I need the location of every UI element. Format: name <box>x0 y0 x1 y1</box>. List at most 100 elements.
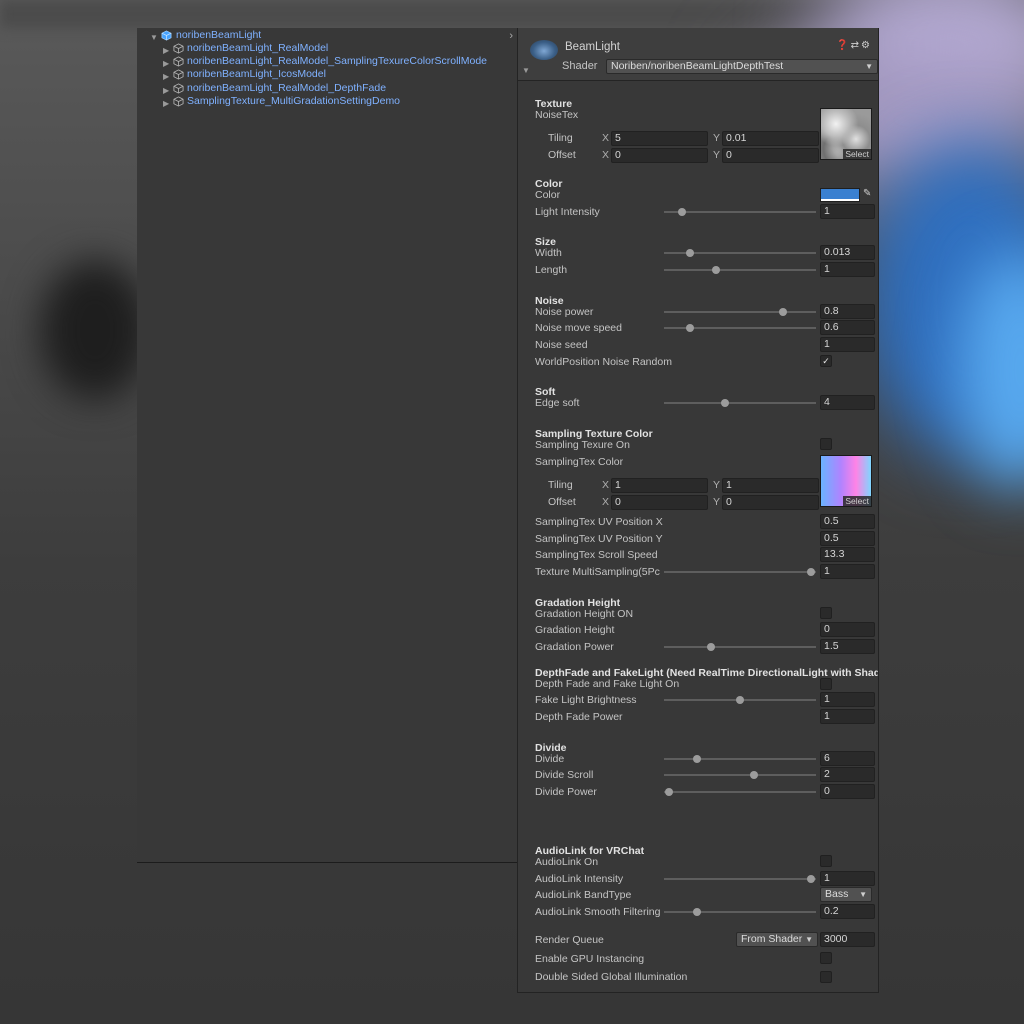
tiling-label: Tiling <box>548 132 573 144</box>
slider-knob[interactable] <box>749 771 758 779</box>
audiolink-on-checkbox[interactable] <box>820 855 832 867</box>
gradation-power-field[interactable]: 1.5 <box>820 639 875 654</box>
length-label: Length <box>535 264 568 276</box>
worldpos-noise-checkbox[interactable]: ✓ <box>820 355 832 367</box>
slider-knob[interactable] <box>678 208 687 216</box>
select-texture-button[interactable]: Select <box>843 149 871 159</box>
divide-scroll-slider[interactable] <box>664 771 816 779</box>
sampling-tiling-y[interactable]: 1 <box>722 478 819 493</box>
gradation-on-checkbox[interactable] <box>820 607 832 619</box>
noise-speed-slider[interactable] <box>664 324 816 332</box>
width-field[interactable]: 0.013 <box>820 245 875 260</box>
length-field[interactable]: 1 <box>820 262 875 277</box>
hierarchy-panel: › ▼ noribenBeamLight ▶ noribenBeamLight_… <box>137 28 517 863</box>
gpu-instancing-checkbox[interactable] <box>820 952 832 964</box>
gradation-power-slider[interactable] <box>664 643 816 651</box>
help-icon[interactable]: ❓ <box>836 40 850 51</box>
noise-texture-slot[interactable]: Select <box>820 108 872 160</box>
chevron-right-icon[interactable]: › <box>509 30 513 42</box>
multisampling-slider[interactable] <box>664 568 816 576</box>
expand-down-icon[interactable]: ▼ <box>150 31 158 44</box>
samplingtex-color-label: SamplingTex Color <box>535 456 624 468</box>
slider-knob[interactable] <box>736 696 744 704</box>
edge-soft-field[interactable]: 4 <box>820 395 875 410</box>
audiolink-intensity-label: AudioLink Intensity <box>535 873 624 885</box>
light-intensity-field[interactable]: 1 <box>820 204 875 219</box>
sampling-tiling-x[interactable]: 1 <box>611 478 708 493</box>
double-sided-gi-checkbox[interactable] <box>820 971 832 983</box>
slider-knob[interactable] <box>807 875 816 883</box>
x-label: X <box>602 479 610 491</box>
uvx-field[interactable]: 0.5 <box>820 514 875 529</box>
audiolink-intensity-slider[interactable] <box>664 875 816 883</box>
slider-knob[interactable] <box>707 643 716 651</box>
noise-offset-x[interactable]: 0 <box>611 148 708 163</box>
eyedropper-icon[interactable]: ✎ <box>863 188 871 199</box>
slider-knob[interactable] <box>778 308 787 316</box>
slider-knob[interactable] <box>685 324 694 332</box>
slider-knob[interactable] <box>720 399 729 407</box>
multisampling-field[interactable]: 1 <box>820 564 875 579</box>
x-label: X <box>602 132 610 144</box>
presets-icon[interactable]: ⇄ <box>851 40 861 51</box>
material-header: BeamLight ❓⇄⚙ ▼ Shader Noriben/noribenBe… <box>518 28 878 81</box>
noise-seed-field[interactable]: 1 <box>820 337 875 352</box>
slider-knob[interactable] <box>711 266 720 274</box>
select-texture-button[interactable]: Select <box>843 496 871 506</box>
noise-tiling-x[interactable]: 5 <box>611 131 708 146</box>
render-queue-field[interactable]: 3000 <box>820 932 875 947</box>
width-slider[interactable] <box>664 249 816 257</box>
slider-knob[interactable] <box>685 249 694 257</box>
shader-dropdown[interactable]: Noriben/noribenBeamLightDepthTest ▼ <box>606 59 878 74</box>
sampling-texture-slot[interactable]: Select <box>820 455 872 507</box>
expand-right-icon[interactable]: ▶ <box>163 57 169 70</box>
expand-right-icon[interactable]: ▶ <box>163 70 169 83</box>
slider-knob[interactable] <box>693 908 702 916</box>
noise-offset-y[interactable]: 0 <box>722 148 819 163</box>
slider-knob[interactable] <box>664 788 673 796</box>
expand-right-icon[interactable]: ▶ <box>163 97 169 110</box>
audiolink-smooth-field[interactable]: 0.2 <box>820 904 875 919</box>
uvy-field[interactable]: 0.5 <box>820 531 875 546</box>
light-intensity-slider[interactable] <box>664 208 816 216</box>
length-slider[interactable] <box>664 266 816 274</box>
expand-right-icon[interactable]: ▶ <box>163 84 169 97</box>
divide-scroll-field[interactable]: 2 <box>820 767 875 782</box>
gradation-height-field[interactable]: 0 <box>820 622 875 637</box>
depthfade-on-checkbox[interactable] <box>820 678 832 690</box>
noise-power-field[interactable]: 0.8 <box>820 304 875 319</box>
scroll-speed-field[interactable]: 13.3 <box>820 547 875 562</box>
render-queue-dropdown[interactable]: From Shader ▼ <box>736 932 818 947</box>
fold-down-icon[interactable]: ▼ <box>522 66 530 75</box>
chevron-down-icon: ▼ <box>859 890 867 899</box>
edge-soft-slider[interactable] <box>664 399 816 407</box>
sampling-on-checkbox[interactable] <box>820 438 832 450</box>
slider-knob[interactable] <box>807 568 816 576</box>
depthfade-power-field[interactable]: 1 <box>820 709 875 724</box>
noise-tiling-y[interactable]: 0.01 <box>722 131 819 146</box>
noise-power-slider[interactable] <box>664 308 816 316</box>
color-swatch[interactable] <box>820 188 860 202</box>
audiolink-smooth-label: AudioLink Smooth Filtering <box>535 906 661 918</box>
audiolink-intensity-field[interactable]: 1 <box>820 871 875 886</box>
scroll-speed-label: SamplingTex Scroll Speed <box>535 549 658 561</box>
sampling-offset-x[interactable]: 0 <box>611 495 708 510</box>
noise-speed-field[interactable]: 0.6 <box>820 320 875 335</box>
audiolink-smooth-slider[interactable] <box>664 908 816 916</box>
material-name: BeamLight <box>565 41 620 53</box>
color-label: Color <box>535 189 561 201</box>
slider-knob[interactable] <box>693 755 702 763</box>
fake-light-field[interactable]: 1 <box>820 692 875 707</box>
divide-field[interactable]: 6 <box>820 751 875 766</box>
divide-power-field[interactable]: 0 <box>820 784 875 799</box>
expand-right-icon[interactable]: ▶ <box>163 44 169 57</box>
shader-label: Shader <box>562 60 598 72</box>
audiolink-band-dropdown[interactable]: Bass ▼ <box>820 887 872 902</box>
y-label: Y <box>713 132 721 144</box>
depthfade-on-label: Depth Fade and Fake Light On <box>535 678 680 690</box>
divide-power-slider[interactable] <box>664 788 816 796</box>
fake-light-slider[interactable] <box>664 696 816 704</box>
divide-slider[interactable] <box>664 755 816 763</box>
gear-icon[interactable]: ⚙ <box>861 40 872 51</box>
sampling-offset-y[interactable]: 0 <box>722 495 819 510</box>
